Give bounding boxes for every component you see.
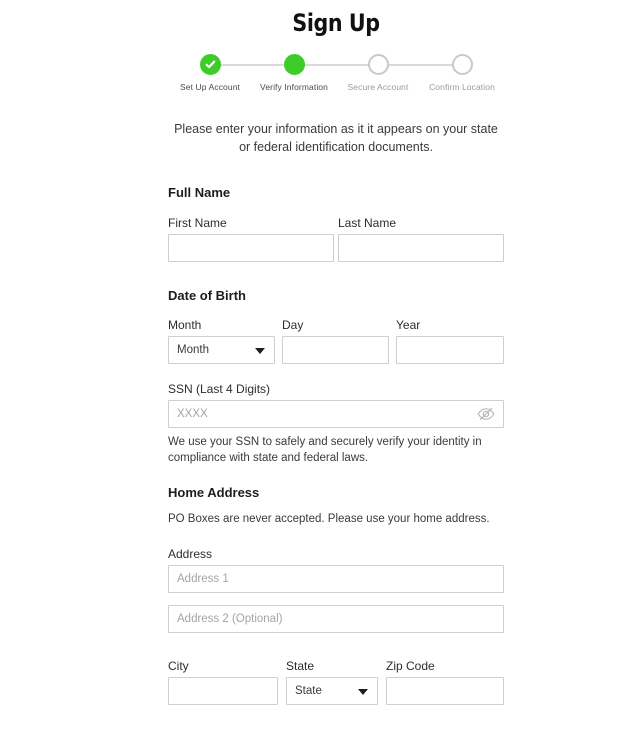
check-icon (204, 58, 217, 71)
ssn-label: SSN (Last 4 Digits) (168, 382, 271, 396)
address-line-1-input[interactable] (168, 565, 504, 593)
signup-form: Sign Up Set Up Account Verify Informatio… (168, 0, 504, 733)
zip-code-input[interactable] (386, 677, 504, 705)
ssn-field-wrapper (168, 400, 504, 428)
city-label: City (168, 659, 189, 673)
ssn-input[interactable] (168, 400, 504, 428)
address-label: Address (168, 547, 213, 561)
last-name-label: Last Name (338, 216, 397, 230)
state-select[interactable]: State (286, 677, 378, 705)
stepper-step-confirm-location[interactable]: Confirm Location (420, 50, 504, 92)
last-name-input[interactable] (338, 234, 504, 262)
month-select-value: Month (177, 344, 209, 356)
stepper-step-label: Secure Account (347, 82, 409, 92)
city-input[interactable] (168, 677, 278, 705)
chevron-down-icon (255, 348, 265, 354)
stepper-step-label: Confirm Location (429, 82, 495, 92)
state-select-value: State (295, 685, 322, 697)
step-dot-done (199, 54, 221, 75)
stepper-step-label: Verify Information (260, 82, 328, 92)
step-dot-upcoming (367, 54, 389, 75)
progress-stepper: Set Up Account Verify Information Secure… (168, 50, 504, 98)
day-input[interactable] (282, 336, 389, 364)
day-label: Day (282, 318, 304, 332)
stepper-step-verify-information[interactable]: Verify Information (252, 50, 336, 92)
ssn-helper-text: We use your SSN to safely and securely v… (168, 436, 482, 464)
address-line-2-input[interactable] (168, 605, 504, 633)
year-input[interactable] (396, 336, 504, 364)
year-label: Year (396, 318, 421, 332)
stepper-step-set-up-account[interactable]: Set Up Account (168, 50, 252, 92)
stepper-step-label: Set Up Account (180, 82, 240, 92)
page-title: Sign Up (292, 9, 380, 37)
section-heading-full-name: Full Name (168, 185, 231, 200)
state-label: State (286, 659, 315, 673)
zip-code-label: Zip Code (386, 659, 435, 673)
month-select[interactable]: Month (168, 336, 275, 364)
intro-text: Please enter your information as it it a… (174, 122, 498, 154)
month-label: Month (168, 318, 202, 332)
home-address-note: PO Boxes are never accepted. Please use … (168, 513, 490, 525)
signup-page: Sign Up Set Up Account Verify Informatio… (0, 0, 624, 733)
section-heading-home-address: Home Address (168, 485, 260, 500)
eye-slash-icon[interactable] (477, 407, 495, 421)
section-heading-date-of-birth: Date of Birth (168, 288, 246, 303)
chevron-down-icon (358, 689, 368, 695)
stepper-step-secure-account[interactable]: Secure Account (336, 50, 420, 92)
step-dot-upcoming (451, 54, 473, 75)
step-dot-active (283, 54, 305, 75)
first-name-label: First Name (168, 216, 227, 230)
first-name-input[interactable] (168, 234, 334, 262)
